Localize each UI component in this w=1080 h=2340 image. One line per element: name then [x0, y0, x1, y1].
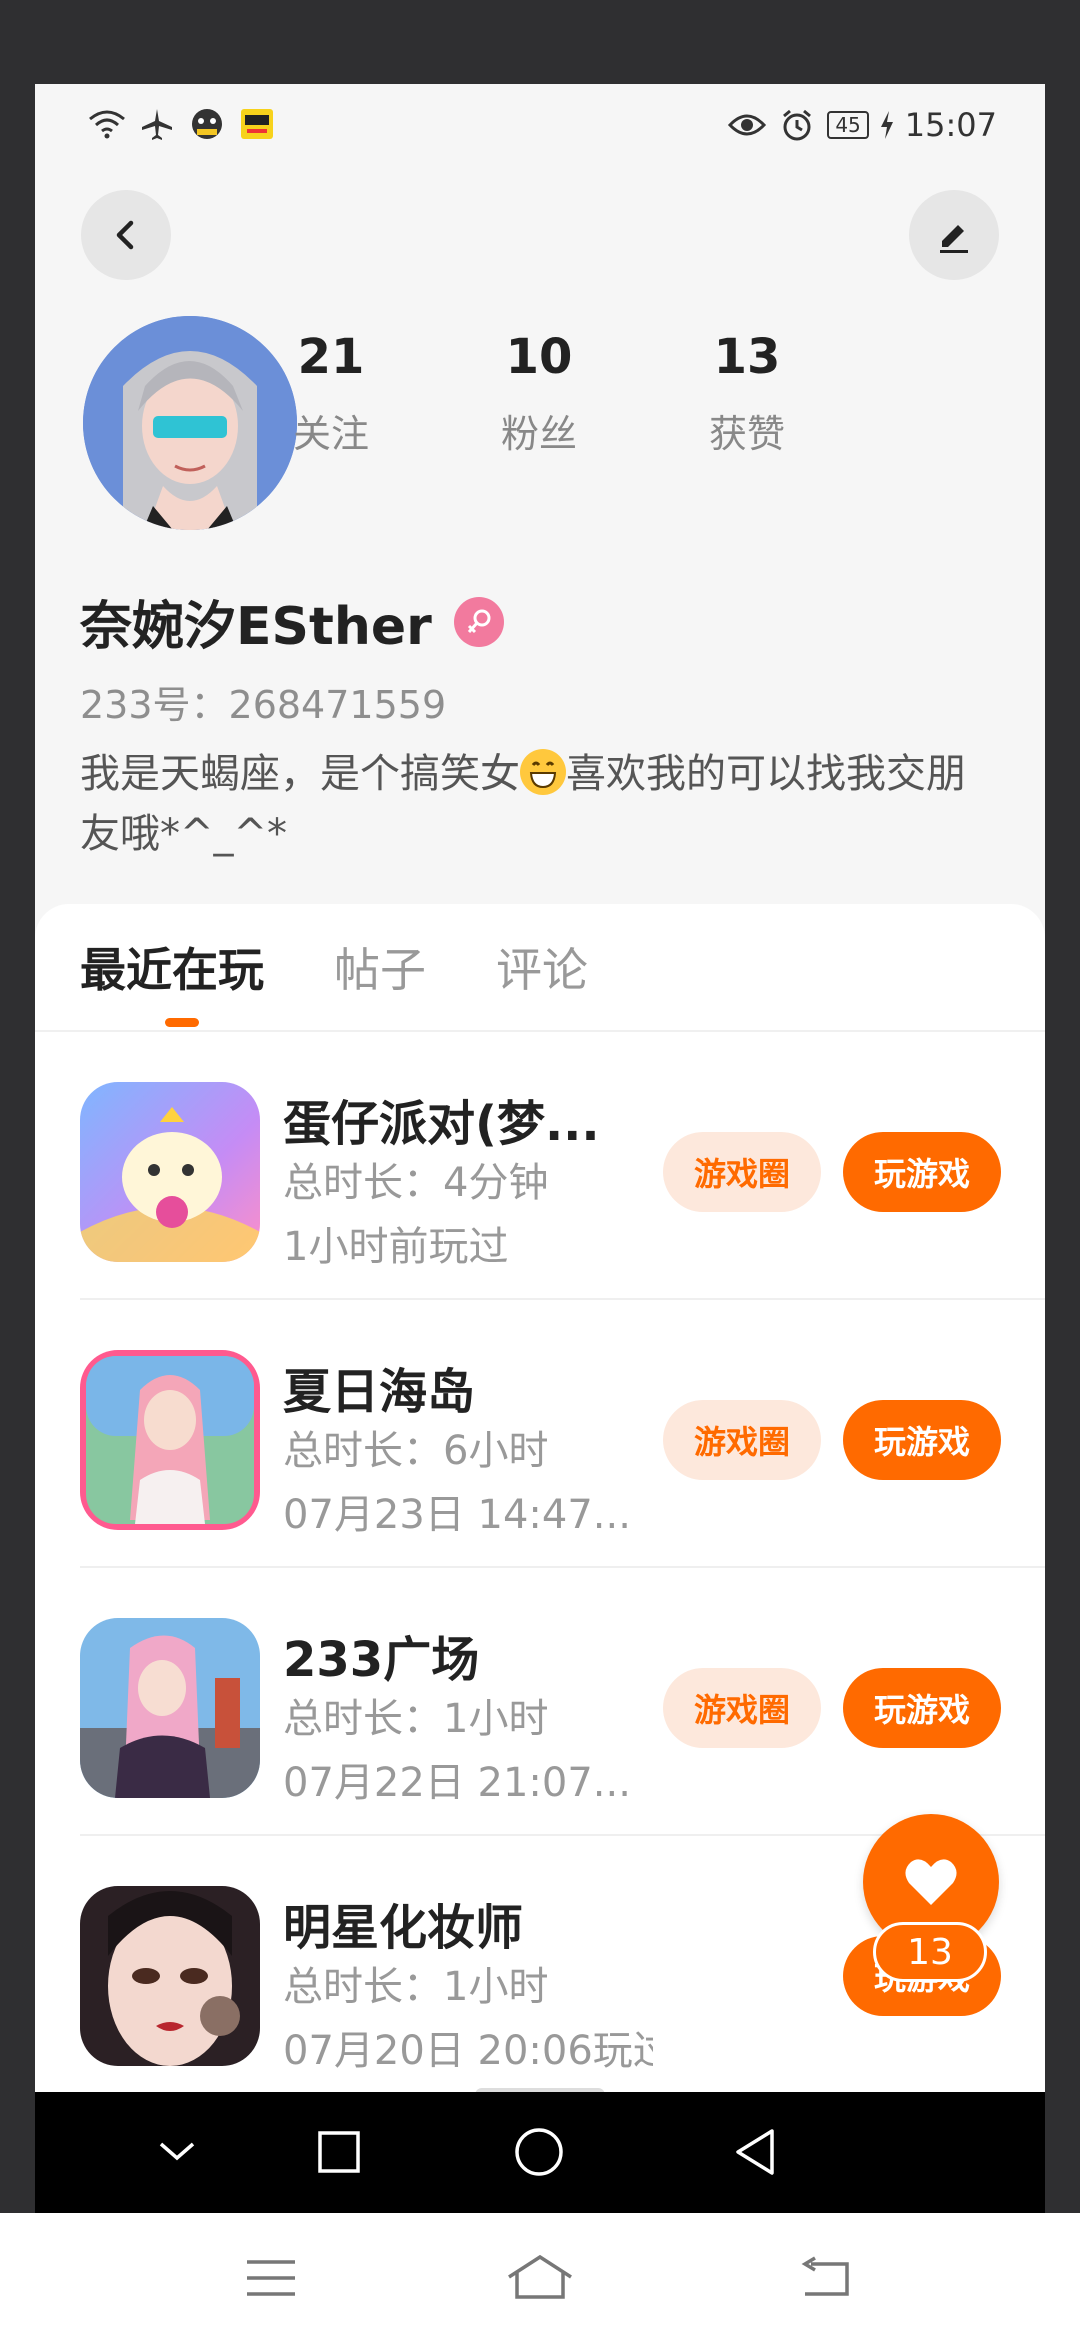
home-button[interactable]	[509, 2122, 569, 2182]
bio-text-1: 我是天蝎座，是个搞笑女	[80, 751, 520, 797]
grinning-emoji-icon	[520, 749, 566, 795]
game-icon-star-makeup-artist[interactable]	[80, 1886, 260, 2066]
charging-icon	[879, 107, 895, 143]
game-icon-233-plaza[interactable]	[80, 1618, 260, 1798]
username-row: 奈婉汐ESther	[80, 584, 504, 659]
app-notification-icon	[187, 106, 227, 142]
game-circle-button[interactable]: 游戏圈	[663, 1132, 821, 1212]
eye-icon	[727, 107, 767, 143]
square-icon	[318, 2131, 360, 2173]
likes-stat[interactable]: 13 获赞	[657, 329, 837, 458]
game-title: 明星化妆师	[283, 1900, 524, 1956]
following-count: 21	[297, 329, 365, 385]
game-title: 夏日海岛	[283, 1364, 476, 1420]
phone-screen: 45 15:07 21 关注 10 粉丝 13 获赞 奈婉汐ESther 233…	[35, 84, 1045, 2213]
following-stat[interactable]: 21 关注	[241, 329, 421, 458]
play-game-button[interactable]: 玩游戏	[843, 1400, 1001, 1480]
game-duration: 总时长：6小时	[283, 1428, 549, 1474]
active-tab-indicator	[165, 1018, 199, 1027]
recent-apps-button[interactable]	[309, 2122, 369, 2182]
tab-comments[interactable]: 评论	[496, 934, 588, 1000]
heart-icon	[905, 1859, 957, 1905]
play-game-button[interactable]: 玩游戏	[843, 1132, 1001, 1212]
menu-button[interactable]	[236, 2253, 306, 2303]
content-panel: 最近在玩 帖子 评论 蛋仔派对(梦... 总时长：4分钟 1小时前玩过 游戏圈 …	[35, 904, 1045, 2213]
game-icon-eggy-party[interactable]	[80, 1082, 260, 1262]
status-bar: 45 15:07	[35, 84, 1045, 168]
game-duration: 总时长：1小时	[283, 1964, 549, 2010]
game-title: 233广场	[283, 1632, 480, 1688]
like-count-badge: 13	[873, 1922, 987, 1982]
hamburger-icon	[247, 2260, 295, 2296]
return-arrow-icon	[801, 2256, 849, 2296]
game-title: 蛋仔派对(梦...	[283, 1096, 600, 1152]
alarm-icon	[777, 107, 817, 143]
game-duration: 总时长：4分钟	[283, 1160, 549, 1206]
chevron-down-icon	[159, 2142, 195, 2161]
clock: 15:07	[904, 106, 997, 144]
game-circle-button[interactable]: 游戏圈	[663, 1668, 821, 1748]
android-nav-bar	[35, 2092, 1045, 2213]
back-button[interactable]	[81, 190, 171, 280]
fans-label: 粉丝	[500, 412, 577, 456]
game-last-played: 07月22日 21:07...	[283, 1760, 631, 1806]
hide-nav-button[interactable]	[147, 2122, 207, 2182]
game-row[interactable]: 233广场 总时长：1小时 07月22日 21:07... 游戏圈 玩游戏	[35, 1568, 1045, 1836]
airplane-icon	[137, 106, 177, 142]
kuaikan-app-icon	[237, 106, 277, 142]
tab-recently-played[interactable]: 最近在玩	[80, 934, 264, 1000]
play-game-button[interactable]: 玩游戏	[843, 1668, 1001, 1748]
tab-bar: 最近在玩 帖子 评论	[80, 934, 588, 1000]
username: 奈婉汐ESther	[80, 597, 432, 657]
wifi-icon	[87, 106, 127, 142]
game-circle-button[interactable]: 游戏圈	[663, 1400, 821, 1480]
chevron-left-icon	[116, 220, 134, 250]
pencil-icon	[940, 225, 968, 253]
system-back-button[interactable]	[790, 2253, 860, 2303]
edit-profile-button[interactable]	[909, 190, 999, 280]
game-last-played: 1小时前玩过	[283, 1224, 509, 1270]
user-id: 233号：268471559	[80, 683, 447, 727]
battery-level: 45	[827, 111, 869, 139]
fans-stat[interactable]: 10 粉丝	[449, 329, 629, 458]
house-icon	[508, 2254, 572, 2299]
following-label: 关注	[292, 412, 369, 456]
game-icon-summer-island[interactable]	[80, 1350, 260, 1530]
tab-posts[interactable]: 帖子	[334, 934, 426, 1000]
system-home-button[interactable]	[505, 2253, 575, 2303]
user-bio: 我是天蝎座，是个搞笑女 喜欢我的可以找我交朋友哦*^_^*	[80, 744, 1000, 864]
game-last-played: 07月20日 20:06玩过	[283, 2028, 653, 2074]
likes-label: 获赞	[708, 412, 785, 456]
likes-count: 13	[713, 329, 781, 385]
system-nav-bar	[0, 2213, 1080, 2340]
game-row[interactable]: 蛋仔派对(梦... 总时长：4分钟 1小时前玩过 游戏圈 玩游戏	[35, 1032, 1045, 1300]
triangle-back-icon	[736, 2129, 774, 2175]
game-last-played: 07月23日 14:47...	[283, 1492, 631, 1538]
fans-count: 10	[505, 329, 573, 385]
game-row[interactable]: 夏日海岛 总时长：6小时 07月23日 14:47... 游戏圈 玩游戏	[35, 1300, 1045, 1568]
circle-icon	[515, 2128, 563, 2176]
female-icon	[453, 596, 504, 647]
game-duration: 总时长：1小时	[283, 1696, 549, 1742]
back-nav-button[interactable]	[725, 2122, 785, 2182]
